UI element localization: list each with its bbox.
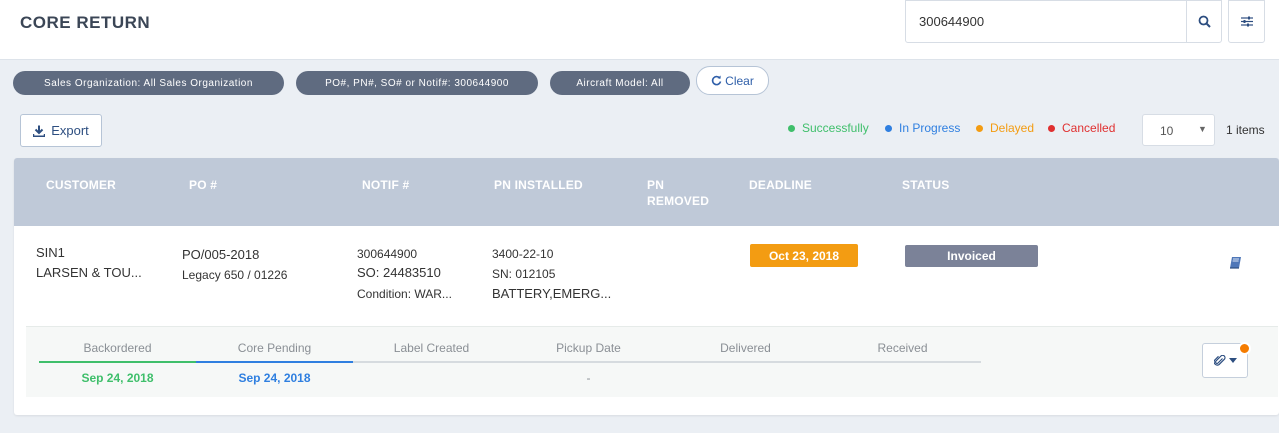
step-label: Backordered <box>83 341 152 355</box>
column-header-customer[interactable]: CUSTOMER <box>46 177 116 193</box>
page-size-select[interactable]: 10 ▼ <box>1142 114 1215 146</box>
po-number[interactable]: PO/005-2018 <box>182 247 259 263</box>
step-progress-line <box>824 361 981 363</box>
tracker-step-delivered: Delivered <box>667 327 824 398</box>
items-count: 1 items <box>1226 123 1265 137</box>
tracker-step-label-created: Label Created <box>353 327 510 398</box>
status-dot <box>885 124 892 132</box>
refresh-icon <box>712 75 722 86</box>
notification-dot <box>1238 342 1251 355</box>
legend-delayed: Delayed <box>976 121 1034 135</box>
condition: Condition: WAR... <box>357 287 452 301</box>
tracker-step-backordered: Backordered Sep 24, 2018 <box>39 327 196 398</box>
clear-filters-button[interactable]: Clear <box>696 66 769 95</box>
serial-number: SN: 012105 <box>492 267 556 281</box>
sliders-icon <box>1240 16 1253 27</box>
step-label: Received <box>877 341 928 355</box>
column-header-status[interactable]: STATUS <box>902 177 949 193</box>
step-date: Sep 24, 2018 <box>238 371 311 385</box>
column-header-po[interactable]: PO # <box>189 177 217 193</box>
customer-code: SIN1 <box>36 245 65 260</box>
status-dot <box>976 124 983 132</box>
search-input[interactable] <box>906 1 1186 42</box>
step-label: Delivered <box>720 341 771 355</box>
legend-label: Successfully <box>802 121 869 135</box>
download-icon <box>33 125 46 137</box>
step-progress-line <box>353 361 510 363</box>
page-title: CORE RETURN <box>20 13 151 32</box>
column-header-deadline[interactable]: DEADLINE <box>749 177 812 193</box>
legend-cancelled: Cancelled <box>1048 121 1115 135</box>
step-date: Sep 24, 2018 <box>81 371 154 385</box>
so-number: SO: 24483510 <box>357 265 441 280</box>
caret-down-icon <box>1228 357 1237 363</box>
step-progress-line <box>196 361 353 363</box>
status-dot <box>1048 124 1055 132</box>
step-label: Label Created <box>393 341 470 355</box>
step-label: Core Pending <box>237 341 312 355</box>
paperclip-icon <box>1213 354 1226 366</box>
shipment-tracker: Backordered Sep 24, 2018 Core Pending Se… <box>26 326 1278 397</box>
status-badge: Invoiced <box>905 245 1038 267</box>
notif-number: 300644900 <box>357 247 418 261</box>
step-label: Pickup Date <box>556 341 621 355</box>
caret-down-icon: ▼ <box>1198 124 1207 134</box>
legend-in-progress: In Progress <box>885 121 960 135</box>
filter-chip-search[interactable]: PO#, PN#, SO# or Notif#: 300644900 <box>296 71 538 95</box>
legend-successfully: Successfully <box>788 121 869 135</box>
status-dot <box>788 124 795 132</box>
tracker-step-received: Received <box>824 327 981 398</box>
export-label: Export <box>51 123 89 138</box>
column-header-pn-removed[interactable]: PN REMOVED <box>647 177 709 209</box>
step-progress-line <box>510 361 667 363</box>
aircraft-legacy: Legacy 650 / 01226 <box>182 268 288 282</box>
table-header: CUSTOMER PO # NOTIF # PN INSTALLED PN RE… <box>14 158 1279 226</box>
legend-label: Cancelled <box>1062 121 1116 135</box>
part-description: BATTERY,EMERG... <box>492 286 612 301</box>
column-header-notif[interactable]: NOTIF # <box>362 177 409 193</box>
page-size-value: 10 <box>1160 124 1174 138</box>
export-button[interactable]: Export <box>20 114 102 147</box>
tracker-step-pickup-date: Pickup Date - <box>510 327 667 398</box>
filter-chip-aircraft-model[interactable]: Aircraft Model: All <box>550 71 690 95</box>
step-date: - <box>586 371 591 385</box>
search-box <box>905 0 1222 43</box>
search-button[interactable] <box>1186 1 1222 42</box>
results-table: CUSTOMER PO # NOTIF # PN INSTALLED PN RE… <box>14 158 1279 415</box>
filter-settings-button[interactable] <box>1228 0 1265 43</box>
tracker-step-core-pending: Core Pending Sep 24, 2018 <box>196 327 353 398</box>
pn-installed: 3400-22-10 <box>492 247 554 261</box>
legend-label: In Progress <box>899 121 961 135</box>
step-progress-line <box>39 361 196 363</box>
filter-chip-sales-org[interactable]: Sales Organization: All Sales Organizati… <box>13 71 284 95</box>
column-header-pn-installed[interactable]: PN INSTALLED <box>494 177 583 193</box>
details-button[interactable] <box>1227 254 1243 270</box>
legend-label: Delayed <box>990 121 1035 135</box>
customer-name[interactable]: LARSEN & TOU... <box>36 265 142 281</box>
deadline-badge: Oct 23, 2018 <box>750 244 858 267</box>
search-icon <box>1198 15 1211 28</box>
clear-label: Clear <box>725 73 754 88</box>
top-bar: CORE RETURN <box>0 0 1279 60</box>
step-progress-line <box>667 361 824 363</box>
book-icon <box>1229 256 1241 269</box>
